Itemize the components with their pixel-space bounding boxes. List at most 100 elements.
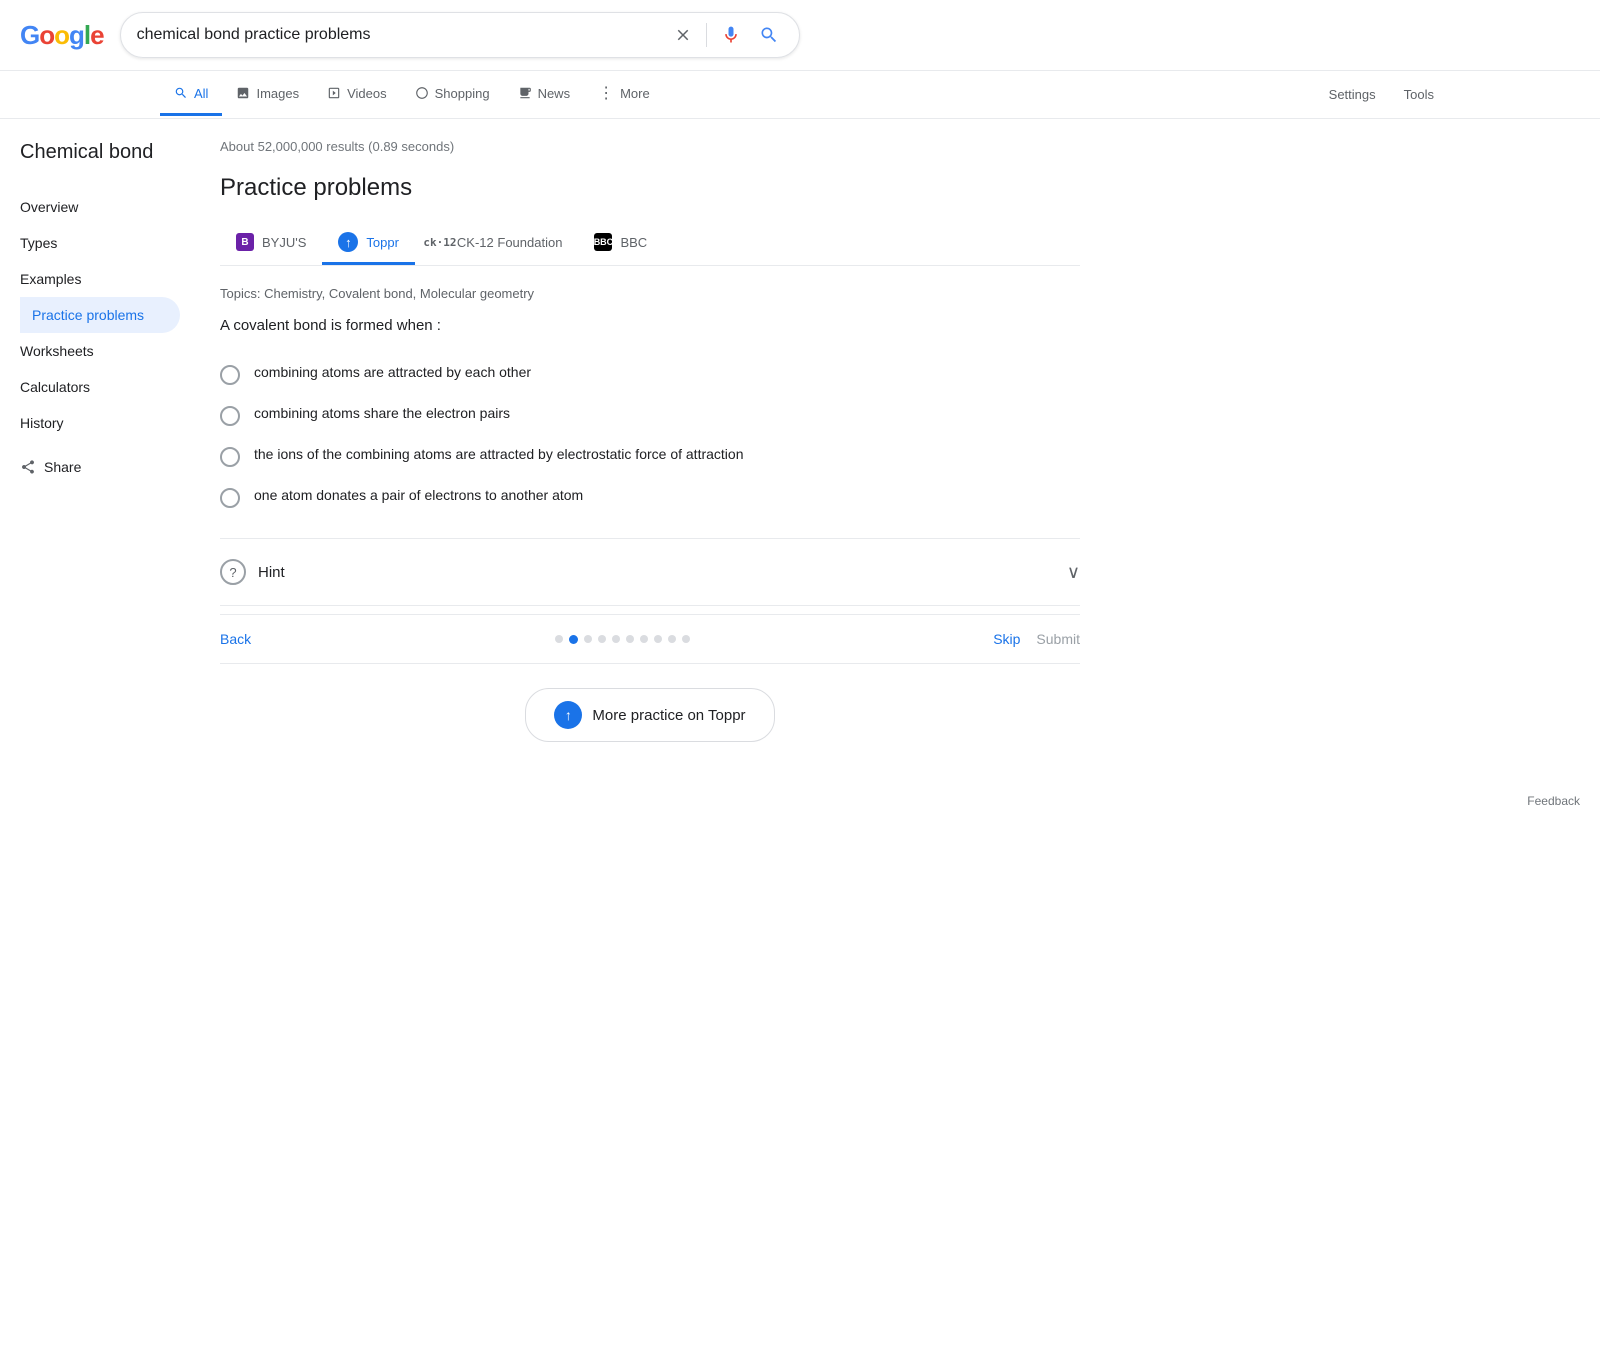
share-button[interactable]: Share (20, 449, 180, 485)
feedback-link[interactable]: Feedback (1527, 794, 1580, 808)
tab-more[interactable]: ⋮ More (584, 71, 664, 118)
sidebar-item-calculators[interactable]: Calculators (20, 369, 180, 405)
back-button[interactable]: Back (220, 631, 251, 647)
dot-3 (598, 635, 606, 643)
submit-button: Submit (1036, 631, 1080, 647)
search-input[interactable] (137, 26, 662, 44)
more-practice: ↑ More practice on Toppr (220, 688, 1080, 742)
main-layout: Chemical bond Overview Types Examples Pr… (0, 119, 1600, 786)
sidebar-item-worksheets[interactable]: Worksheets (20, 333, 180, 369)
search-bar (120, 12, 800, 58)
byjus-label: BYJU'S (262, 235, 306, 250)
tools-button[interactable]: Tools (1398, 75, 1440, 114)
source-tabs: B BYJU'S ↑ Toppr ck·12 CK-12 Foundation … (220, 222, 1080, 266)
ck12-label: CK-12 Foundation (457, 235, 563, 250)
shopping-icon (415, 86, 429, 100)
options-list: combining atoms are attracted by each ot… (220, 354, 1080, 518)
source-tab-bbc[interactable]: BBC BBC (578, 223, 663, 264)
divider-vertical (706, 23, 707, 47)
mic-button[interactable] (717, 21, 745, 49)
sidebar-item-history[interactable]: History (20, 405, 180, 441)
bbc-icon: BBC (594, 233, 612, 251)
all-icon (174, 86, 188, 100)
divider-nav (220, 605, 1080, 606)
more-practice-label: More practice on Toppr (592, 707, 745, 724)
sidebar-item-examples[interactable]: Examples (20, 261, 180, 297)
tab-news-label: News (538, 86, 571, 101)
dot-6 (640, 635, 648, 643)
dot-5 (626, 635, 634, 643)
source-tab-toppr[interactable]: ↑ Toppr (322, 222, 415, 265)
option-a[interactable]: combining atoms are attracted by each ot… (220, 354, 1080, 395)
radio-a[interactable] (220, 365, 240, 385)
dot-7 (654, 635, 662, 643)
search-button[interactable] (755, 21, 783, 49)
toppr-circle-icon: ↑ (554, 701, 582, 729)
logo-g1: G (20, 20, 39, 50)
radio-c[interactable] (220, 447, 240, 467)
sidebar-item-overview[interactable]: Overview (20, 189, 180, 225)
images-icon (236, 86, 250, 100)
search-bar-icons (670, 21, 783, 49)
hint-text: Hint (258, 564, 285, 581)
tab-shopping[interactable]: Shopping (401, 74, 504, 116)
tab-images[interactable]: Images (222, 74, 313, 116)
option-a-text: combining atoms are attracted by each ot… (254, 364, 531, 380)
dot-9 (682, 635, 690, 643)
dot-2 (584, 635, 592, 643)
sidebar-item-types[interactable]: Types (20, 225, 180, 261)
logo-o2: o (54, 20, 69, 50)
pagination-dots (251, 635, 993, 644)
tab-videos-label: Videos (347, 86, 387, 101)
hint-left: ? Hint (220, 559, 285, 585)
tab-images-label: Images (256, 86, 299, 101)
content: About 52,000,000 results (0.89 seconds) … (200, 139, 1100, 766)
divider-bottom (220, 663, 1080, 664)
more-practice-button[interactable]: ↑ More practice on Toppr (525, 688, 774, 742)
nav-right-actions: Skip Submit (993, 631, 1080, 647)
header: Google (0, 0, 1600, 71)
search-icon (759, 25, 779, 45)
toppr-label: Toppr (366, 235, 399, 250)
radio-b[interactable] (220, 406, 240, 426)
option-c[interactable]: the ions of the combining atoms are attr… (220, 436, 1080, 477)
ck12-icon: ck·12 (431, 233, 449, 251)
dot-8 (668, 635, 676, 643)
tab-videos[interactable]: Videos (313, 74, 401, 116)
tab-all-label: All (194, 86, 208, 101)
feedback-row: Feedback (0, 786, 1600, 816)
question-text: A covalent bond is formed when : (220, 317, 1080, 334)
dot-0 (555, 635, 563, 643)
share-label: Share (44, 459, 81, 475)
sidebar-title: Chemical bond (20, 139, 180, 165)
option-b[interactable]: combining atoms share the electron pairs (220, 395, 1080, 436)
section-title: Practice problems (220, 174, 1080, 202)
news-icon (518, 86, 532, 100)
tab-more-label: More (620, 86, 650, 101)
bbc-label: BBC (620, 235, 647, 250)
nav-tabs: All Images Videos Shopping News ⋮ More S… (0, 71, 1600, 119)
nav-right: Settings Tools (1323, 75, 1440, 114)
mic-icon (721, 25, 741, 45)
radio-d[interactable] (220, 488, 240, 508)
option-c-text: the ions of the combining atoms are attr… (254, 446, 743, 462)
byjus-icon: B (236, 233, 254, 251)
clear-button[interactable] (670, 22, 696, 48)
source-tab-ck12[interactable]: ck·12 CK-12 Foundation (415, 223, 579, 264)
tab-news[interactable]: News (504, 74, 585, 116)
option-d-text: one atom donates a pair of electrons to … (254, 487, 583, 503)
videos-icon (327, 86, 341, 100)
divider-hint (220, 538, 1080, 539)
hint-icon: ? (220, 559, 246, 585)
tab-all[interactable]: All (160, 74, 222, 116)
source-tab-byjus[interactable]: B BYJU'S (220, 223, 322, 264)
google-logo[interactable]: Google (20, 20, 104, 51)
nav-row: Back Skip Submit (220, 614, 1080, 663)
logo-o1: o (39, 20, 54, 50)
sidebar-item-practice[interactable]: Practice problems (20, 297, 180, 333)
skip-button[interactable]: Skip (993, 631, 1020, 647)
settings-button[interactable]: Settings (1323, 75, 1382, 114)
logo-g2: g (69, 20, 84, 50)
option-d[interactable]: one atom donates a pair of electrons to … (220, 477, 1080, 518)
hint-row[interactable]: ? Hint ∨ (220, 547, 1080, 597)
